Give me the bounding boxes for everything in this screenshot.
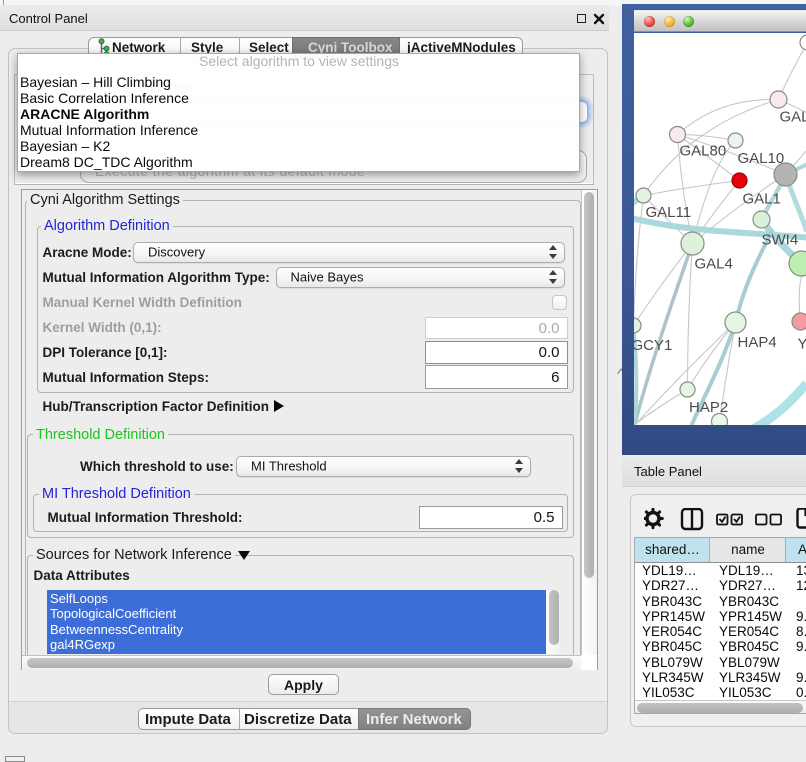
svg-text:GCY1: GCY1 — [634, 337, 672, 354]
svg-text:GAL11: GAL11 — [645, 204, 691, 221]
svg-text:HAP2: HAP2 — [689, 399, 728, 416]
svg-text:SWI4: SWI4 — [761, 231, 798, 248]
svg-text:GAL10: GAL10 — [737, 150, 784, 167]
svg-text:HAP4: HAP4 — [737, 334, 776, 351]
svg-text:GAL80: GAL80 — [679, 142, 726, 159]
svg-text:GAL2: GAL2 — [779, 108, 806, 125]
svg-text:GAL4: GAL4 — [694, 255, 732, 272]
svg-text:Y: Y — [797, 335, 806, 352]
svg-text:GAL1: GAL1 — [742, 190, 780, 207]
